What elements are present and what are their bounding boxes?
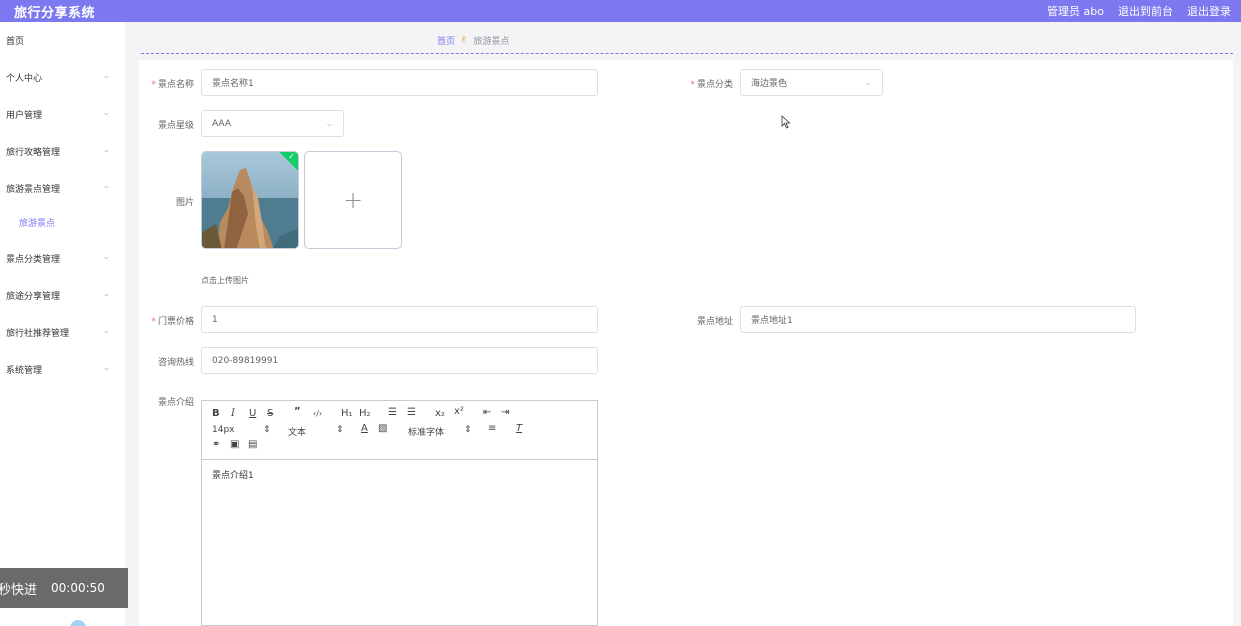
image-label: 图片 (175, 198, 194, 208)
blockquote-icon[interactable]: ” (294, 406, 301, 417)
level-label: 景点星级 (157, 121, 194, 131)
plus-icon: + (342, 186, 364, 214)
chevron-up-icon: ⌃ (102, 185, 112, 194)
top-right-links: 管理员 abo 退出到前台 退出登录 (1047, 3, 1231, 19)
video-time: 00:00:50 (51, 581, 105, 595)
address-input[interactable]: 景点地址1 (740, 306, 1136, 333)
sidebar-item-label: 系统管理 (6, 365, 43, 376)
sidebar-item-category-management[interactable]: 景点分类管理 ⌄ (0, 248, 125, 268)
admin-user-link[interactable]: 管理员 abo (1047, 3, 1104, 19)
italic-icon[interactable]: I (231, 408, 235, 419)
top-bar: 旅行分享系统 管理员 abo 退出到前台 退出登录 (0, 0, 1241, 22)
name-label: * 景点名称 (151, 80, 194, 90)
sidebar-item-label: 个人中心 (6, 73, 43, 84)
check-icon: ✓ (288, 152, 295, 161)
underline-icon[interactable]: U (249, 408, 256, 419)
code-icon[interactable]: ‹/› (313, 409, 322, 418)
sidebar-item-label: 旅行社推荐管理 (6, 328, 70, 339)
hand-icon: ✌ (460, 35, 469, 46)
sidebar-subitem-label: 旅游景点 (19, 218, 56, 229)
hotline-label: 咨询热线 (157, 358, 194, 368)
heading1-icon[interactable]: H₁ (341, 408, 353, 419)
sidebar-item-label: 用户管理 (6, 110, 43, 121)
hotline-input[interactable]: 020-89819991 (201, 347, 598, 374)
strike-icon[interactable]: S (267, 408, 273, 419)
category-select[interactable]: 海边景色 ⌄ (740, 69, 883, 96)
breadcrumb: 首页 ✌ 旅游景点 (437, 34, 509, 47)
chevron-down-icon: ⌄ (102, 108, 112, 117)
app-title: 旅行分享系统 (14, 6, 96, 21)
intro-label: 景点介绍 (157, 398, 194, 408)
indent-icon[interactable]: ⇥ (501, 407, 509, 418)
sidebar-item-label: 景点分类管理 (6, 254, 61, 265)
sidebar-item-agency-recommend-management[interactable]: 旅行社推荐管理 ⌄ (0, 322, 125, 342)
font-family-select[interactable]: 标准字体 (408, 425, 444, 438)
chevron-down-icon: ⌄ (325, 119, 335, 128)
video-icon[interactable]: ▤ (248, 439, 257, 450)
ordered-list-icon[interactable]: ☰ (388, 407, 397, 418)
upload-hint: 点击上传图片 (201, 276, 249, 285)
scenic-photo (202, 152, 298, 248)
chevron-down-icon: ⌄ (102, 71, 112, 80)
add-image-button[interactable]: + (304, 151, 402, 249)
divider (141, 53, 1233, 54)
sidebar-item-label: 旅途分享管理 (6, 291, 61, 302)
font-size-select[interactable]: 14px (212, 425, 235, 435)
bullet-list-icon[interactable]: ☰ (407, 407, 416, 418)
address-label: 景点地址 (696, 317, 733, 327)
link-icon[interactable]: ⚭ (212, 439, 220, 450)
bold-icon[interactable]: B (212, 408, 220, 419)
sidebar-item-travel-guide-management[interactable]: 旅行攻略管理 ⌄ (0, 141, 125, 161)
chevron-down-icon: ⌄ (102, 363, 112, 372)
price-input[interactable]: 1 (201, 306, 598, 333)
image-icon[interactable]: ▣ (230, 439, 239, 450)
sidebar-item-personal-center[interactable]: 个人中心 ⌄ (0, 67, 125, 87)
sidebar: 首页 个人中心 ⌄ 用户管理 ⌄ 旅行攻略管理 ⌄ 旅游景点管理 ⌃ 旅游景点 … (0, 22, 125, 626)
font-color-icon[interactable]: A (361, 423, 368, 434)
superscript-icon[interactable]: x² (454, 406, 464, 417)
chevron-down-icon: ⌄ (102, 145, 112, 154)
rich-text-editor: B I U S ” ‹/› H₁ H₂ ☰ ☰ x₂ x² ⇤ ⇥ 14px ⇕… (201, 400, 598, 626)
price-label: * 门票价格 (151, 317, 194, 327)
mouse-cursor-icon (781, 115, 791, 129)
text-style-select[interactable]: 文本 (288, 425, 306, 438)
sort-icon: ⇕ (336, 425, 344, 435)
chevron-down-icon: ⌄ (102, 326, 112, 335)
sidebar-item-user-management[interactable]: 用户管理 ⌄ (0, 104, 125, 124)
background-color-icon[interactable]: ▧ (378, 423, 387, 434)
chevron-down-icon: ⌄ (102, 289, 112, 298)
sidebar-subitem-scenic-spot[interactable]: 旅游景点 (0, 212, 125, 232)
sidebar-item-home[interactable]: 首页 (0, 30, 125, 50)
align-icon[interactable]: ≡ (488, 423, 496, 434)
heading2-icon[interactable]: H₂ (359, 408, 371, 419)
sidebar-item-label: 首页 (6, 36, 25, 47)
chevron-down-icon: ⌄ (864, 78, 874, 87)
sidebar-item-system-management[interactable]: 系统管理 ⌄ (0, 359, 125, 379)
sidebar-item-scenic-spot-management[interactable]: 旅游景点管理 ⌃ (0, 178, 125, 198)
uploaded-image[interactable]: ✓ (201, 151, 299, 249)
back-to-front-link[interactable]: 退出到前台 (1118, 3, 1173, 19)
sidebar-item-label: 旅游景点管理 (6, 184, 61, 195)
breadcrumb-home[interactable]: 首页 (437, 34, 455, 47)
video-speed-overlay: 秒快进 00:00:50 (0, 568, 128, 608)
editor-toolbar: B I U S ” ‹/› H₁ H₂ ☰ ☰ x₂ x² ⇤ ⇥ 14px ⇕… (202, 401, 597, 460)
chevron-down-icon: ⌄ (102, 252, 112, 261)
category-label: * 景点分类 (690, 80, 733, 90)
sidebar-item-label: 旅行攻略管理 (6, 147, 61, 158)
sort-icon: ⇕ (263, 425, 271, 435)
speed-text: 秒快进 (0, 582, 38, 598)
level-select[interactable]: AAA ⌄ (201, 110, 344, 137)
sidebar-item-trip-share-management[interactable]: 旅途分享管理 ⌄ (0, 285, 125, 305)
sort-icon: ⇕ (464, 425, 472, 435)
clear-format-icon[interactable]: T (516, 423, 522, 434)
outdent-icon[interactable]: ⇤ (483, 407, 491, 418)
breadcrumb-current: 旅游景点 (473, 37, 510, 47)
editor-content[interactable]: 景点介绍1 (202, 460, 597, 489)
logout-link[interactable]: 退出登录 (1187, 3, 1231, 19)
subscript-icon[interactable]: x₂ (435, 408, 445, 419)
name-input[interactable]: 景点名称1 (201, 69, 598, 96)
